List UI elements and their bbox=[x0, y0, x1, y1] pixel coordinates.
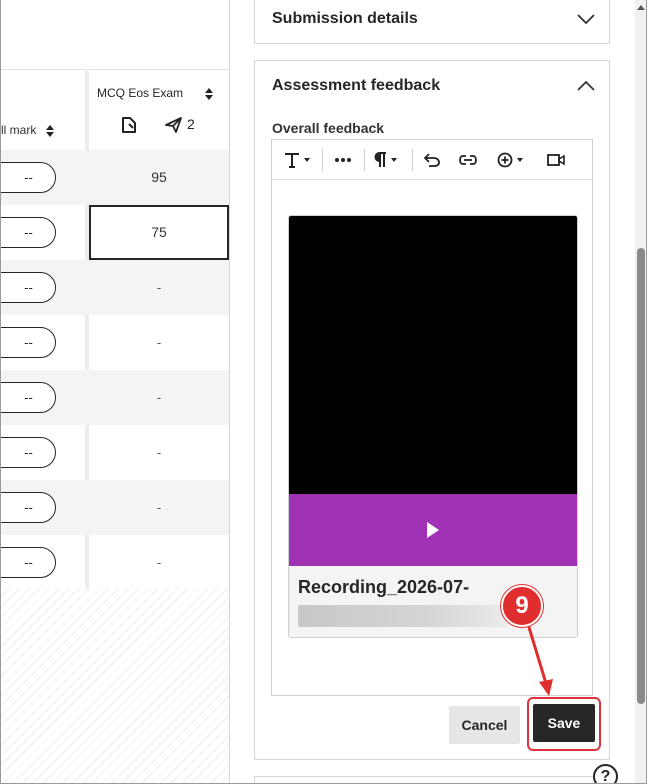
video-recording-attachment[interactable]: Recording_2026-07- bbox=[288, 215, 578, 638]
insert-icon bbox=[497, 152, 513, 168]
grading-panel: Submission details Assessment feedback O… bbox=[230, 0, 635, 783]
paragraph-button[interactable] bbox=[368, 140, 402, 180]
mcq-grade-cell[interactable]: 95 bbox=[89, 150, 229, 205]
overall-mark-pill[interactable]: -- bbox=[1, 492, 56, 523]
assessment-feedback-title: Assessment feedback bbox=[272, 77, 441, 94]
table-row: -- - bbox=[1, 535, 229, 590]
overall-mark-pill[interactable]: -- bbox=[1, 162, 56, 193]
help-icon[interactable]: ? bbox=[593, 764, 618, 783]
mcq-grade-cell[interactable]: - bbox=[89, 260, 229, 315]
editor-toolbar bbox=[272, 140, 592, 180]
link-button[interactable] bbox=[454, 140, 482, 180]
grid-header: ll mark MCQ Eos Exam 2 bbox=[1, 71, 229, 150]
submission-details-section[interactable]: Submission details bbox=[254, 0, 610, 44]
window: ll mark MCQ Eos Exam 2 -- 95 -- 75 -- - … bbox=[0, 0, 647, 784]
grid-top-bar bbox=[1, 0, 229, 70]
play-icon[interactable] bbox=[427, 522, 439, 538]
overall-mark-pill[interactable]: -- bbox=[1, 217, 56, 248]
overall-mark-pill[interactable]: -- bbox=[1, 382, 56, 413]
mcq-grade-cell-selected[interactable]: 75 bbox=[89, 205, 229, 260]
overall-feedback-label: Overall feedback bbox=[272, 120, 385, 136]
redacted-text bbox=[298, 605, 508, 627]
undo-icon bbox=[424, 153, 440, 167]
table-row: -- 75 bbox=[1, 205, 229, 260]
more-icon bbox=[335, 158, 351, 162]
mcq-grade-cell[interactable]: - bbox=[89, 535, 229, 590]
more-options-button[interactable] bbox=[328, 140, 358, 180]
overall-mark-pill[interactable]: -- bbox=[1, 437, 56, 468]
table-row: -- - bbox=[1, 315, 229, 370]
sort-icon[interactable] bbox=[205, 88, 213, 100]
table-row: -- - bbox=[1, 480, 229, 535]
table-row: -- 95 bbox=[1, 150, 229, 205]
mcq-column-title: MCQ Eos Exam bbox=[97, 86, 184, 100]
submission-details-title: Submission details bbox=[272, 10, 418, 27]
mcq-grade-cell[interactable]: - bbox=[89, 480, 229, 535]
empty-grid-area bbox=[1, 588, 229, 783]
assessment-feedback-section: Assessment feedback Overall feedback Rec… bbox=[254, 60, 610, 760]
insert-content-button[interactable] bbox=[490, 140, 530, 180]
overall-mark-column-header[interactable]: ll mark bbox=[1, 71, 85, 150]
send-icon bbox=[165, 117, 182, 133]
scrollbar-thumb[interactable] bbox=[637, 248, 645, 704]
recording-name: Recording_2026-07- bbox=[298, 577, 470, 597]
overall-mark-pill[interactable]: -- bbox=[1, 327, 56, 358]
link-icon bbox=[459, 155, 477, 165]
mcq-column-icons: 2 bbox=[121, 115, 211, 135]
mcq-grade-cell[interactable]: - bbox=[89, 315, 229, 370]
chevron-up-icon[interactable] bbox=[577, 81, 595, 91]
table-row: -- - bbox=[1, 370, 229, 425]
cancel-button[interactable]: Cancel bbox=[449, 706, 520, 744]
mcq-grade-cell[interactable]: - bbox=[89, 425, 229, 480]
table-row: -- - bbox=[1, 425, 229, 480]
scrollbar[interactable] bbox=[635, 0, 646, 783]
scroll-up-arrow-icon[interactable] bbox=[637, 5, 645, 10]
table-row: -- - bbox=[1, 260, 229, 315]
save-button[interactable]: Save bbox=[533, 704, 595, 742]
text-format-button[interactable] bbox=[280, 140, 314, 180]
text-format-icon bbox=[285, 153, 299, 168]
overall-mark-header-label: ll mark bbox=[1, 123, 37, 137]
chevron-down-icon[interactable] bbox=[577, 14, 595, 24]
next-section-card bbox=[254, 776, 610, 783]
overall-mark-pill[interactable]: -- bbox=[1, 272, 56, 303]
overall-mark-pill[interactable]: -- bbox=[1, 547, 56, 578]
submissions-count: 2 bbox=[187, 116, 195, 132]
document-icon bbox=[122, 117, 136, 133]
record-video-icon bbox=[547, 154, 565, 166]
video-preview bbox=[289, 216, 577, 494]
grid-rows: -- 95 -- 75 -- - -- - -- - -- - -- - -- … bbox=[1, 150, 229, 590]
mcq-column-header[interactable]: MCQ Eos Exam 2 bbox=[89, 71, 229, 150]
record-video-button[interactable] bbox=[540, 140, 572, 180]
step-number-badge: 9 bbox=[501, 585, 543, 627]
sort-icon[interactable] bbox=[45, 124, 54, 137]
video-play-bar[interactable] bbox=[289, 494, 577, 566]
mcq-grade-cell[interactable]: - bbox=[89, 370, 229, 425]
feedback-editor[interactable]: Recording_2026-07- bbox=[271, 139, 593, 696]
gradebook-grid: ll mark MCQ Eos Exam 2 -- 95 -- 75 -- - … bbox=[1, 0, 229, 783]
paragraph-icon bbox=[374, 152, 386, 167]
undo-button[interactable] bbox=[418, 140, 446, 180]
